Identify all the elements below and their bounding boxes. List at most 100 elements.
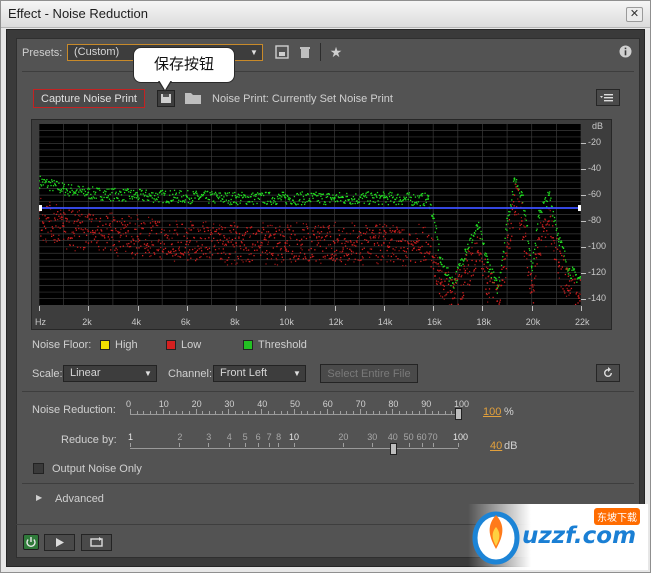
threshold-dot: [480, 230, 482, 233]
threshold-dot: [488, 268, 491, 271]
low-dot: [379, 249, 382, 252]
low-dot: [229, 224, 232, 227]
low-dot: [255, 233, 257, 236]
channel-dropdown[interactable]: Front Left ▼: [213, 365, 306, 382]
low-dot: [140, 232, 142, 235]
low-dot: [261, 242, 264, 244]
threshold-dot: [135, 191, 137, 194]
low-dot: [234, 225, 236, 227]
threshold-dot: [311, 192, 313, 195]
low-dot: [237, 225, 239, 228]
low-dot: [235, 245, 238, 247]
select-entire-file-button[interactable]: Select Entire File: [320, 364, 418, 383]
low-dot: [153, 252, 155, 254]
low-dot: [66, 218, 69, 220]
low-dot: [78, 235, 81, 238]
low-dot: [332, 258, 335, 260]
low-dot: [55, 225, 57, 227]
low-dot: [223, 244, 226, 246]
low-dot: [53, 239, 55, 241]
power-button[interactable]: [23, 534, 39, 550]
low-dot: [179, 256, 182, 258]
noise-reduction-tick-label: 80: [388, 399, 399, 409]
low-dot: [457, 303, 459, 305]
low-dot: [287, 224, 289, 226]
low-dot: [326, 234, 328, 237]
threshold-dot: [569, 274, 571, 276]
threshold-point: [136, 194, 139, 197]
threshold-dot: [417, 201, 420, 203]
noise-reduction-thumb[interactable]: [455, 408, 462, 420]
low-dot: [361, 255, 363, 258]
trash-icon[interactable]: [297, 45, 313, 61]
low-dot: [275, 230, 277, 233]
low-dot: [97, 225, 99, 228]
level-handle[interactable]: [39, 205, 42, 212]
reduce-by-track[interactable]: [130, 448, 458, 449]
play-button[interactable]: [44, 534, 75, 551]
save-noise-print-button[interactable]: [157, 90, 175, 107]
threshold-dot: [401, 203, 403, 206]
save-preset-icon[interactable]: [274, 45, 290, 61]
star-icon[interactable]: ★: [328, 44, 344, 60]
threshold-dot: [543, 201, 545, 203]
low-dot: [352, 251, 354, 253]
threshold-dot: [133, 194, 135, 196]
threshold-dot: [515, 181, 517, 183]
noise-reduction-value[interactable]: 100: [483, 406, 501, 418]
threshold-dot: [145, 189, 147, 191]
low-dot: [265, 239, 267, 241]
threshold-dot: [447, 267, 449, 269]
low-dot: [178, 249, 180, 252]
low-dot: [485, 288, 487, 290]
scale-dropdown[interactable]: Linear ▼: [63, 365, 157, 382]
low-dot: [117, 232, 120, 234]
loop-button[interactable]: [81, 534, 112, 551]
low-dot: [266, 231, 268, 233]
low-dot: [181, 252, 183, 255]
low-dot: [204, 247, 206, 249]
reset-button[interactable]: [596, 364, 620, 382]
threshold-dot: [320, 195, 322, 197]
low-dot: [396, 226, 398, 228]
panel-menu-button[interactable]: [596, 89, 620, 106]
frequency-tick-label: 6k: [180, 317, 191, 327]
open-folder-button[interactable]: [183, 90, 203, 106]
info-icon[interactable]: [617, 45, 633, 61]
low-dot: [87, 230, 89, 232]
capture-noise-print-button[interactable]: Capture Noise Print: [33, 89, 145, 108]
low-dot: [514, 210, 517, 213]
low-dot: [487, 301, 489, 303]
expand-triangle-icon[interactable]: ▶: [36, 493, 42, 502]
low-dot: [285, 248, 288, 250]
threshold-dot: [304, 201, 306, 204]
low-dot: [243, 235, 245, 237]
threshold-dot: [252, 192, 254, 194]
low-dot: [169, 230, 171, 232]
reduce-by-thumb[interactable]: [389, 443, 397, 455]
low-dot: [169, 224, 171, 226]
threshold-dot: [366, 191, 368, 193]
noise-reduction-track[interactable]: [130, 414, 458, 415]
low-dot: [535, 253, 537, 256]
low-dot: [580, 293, 581, 295]
low-dot: [422, 231, 424, 234]
low-dot: [419, 247, 421, 249]
low-dot: [49, 201, 51, 203]
low-dot: [69, 244, 71, 247]
threshold-point: [439, 261, 442, 264]
low-dot: [389, 227, 391, 230]
threshold-dot: [178, 199, 180, 201]
level-handle[interactable]: [578, 205, 581, 212]
spectrum-graph[interactable]: [39, 124, 581, 305]
threshold-dot: [378, 194, 380, 196]
low-dot: [435, 262, 437, 264]
reduce-by-value[interactable]: 40: [490, 440, 502, 452]
output-noise-only-checkbox[interactable]: [33, 463, 44, 474]
window-close-button[interactable]: ✕: [626, 7, 643, 22]
low-dot: [526, 258, 528, 260]
threshold-dot: [284, 193, 287, 196]
advanced-toggle[interactable]: Advanced: [55, 493, 104, 505]
threshold-dot: [412, 194, 415, 196]
low-dot: [366, 227, 368, 230]
